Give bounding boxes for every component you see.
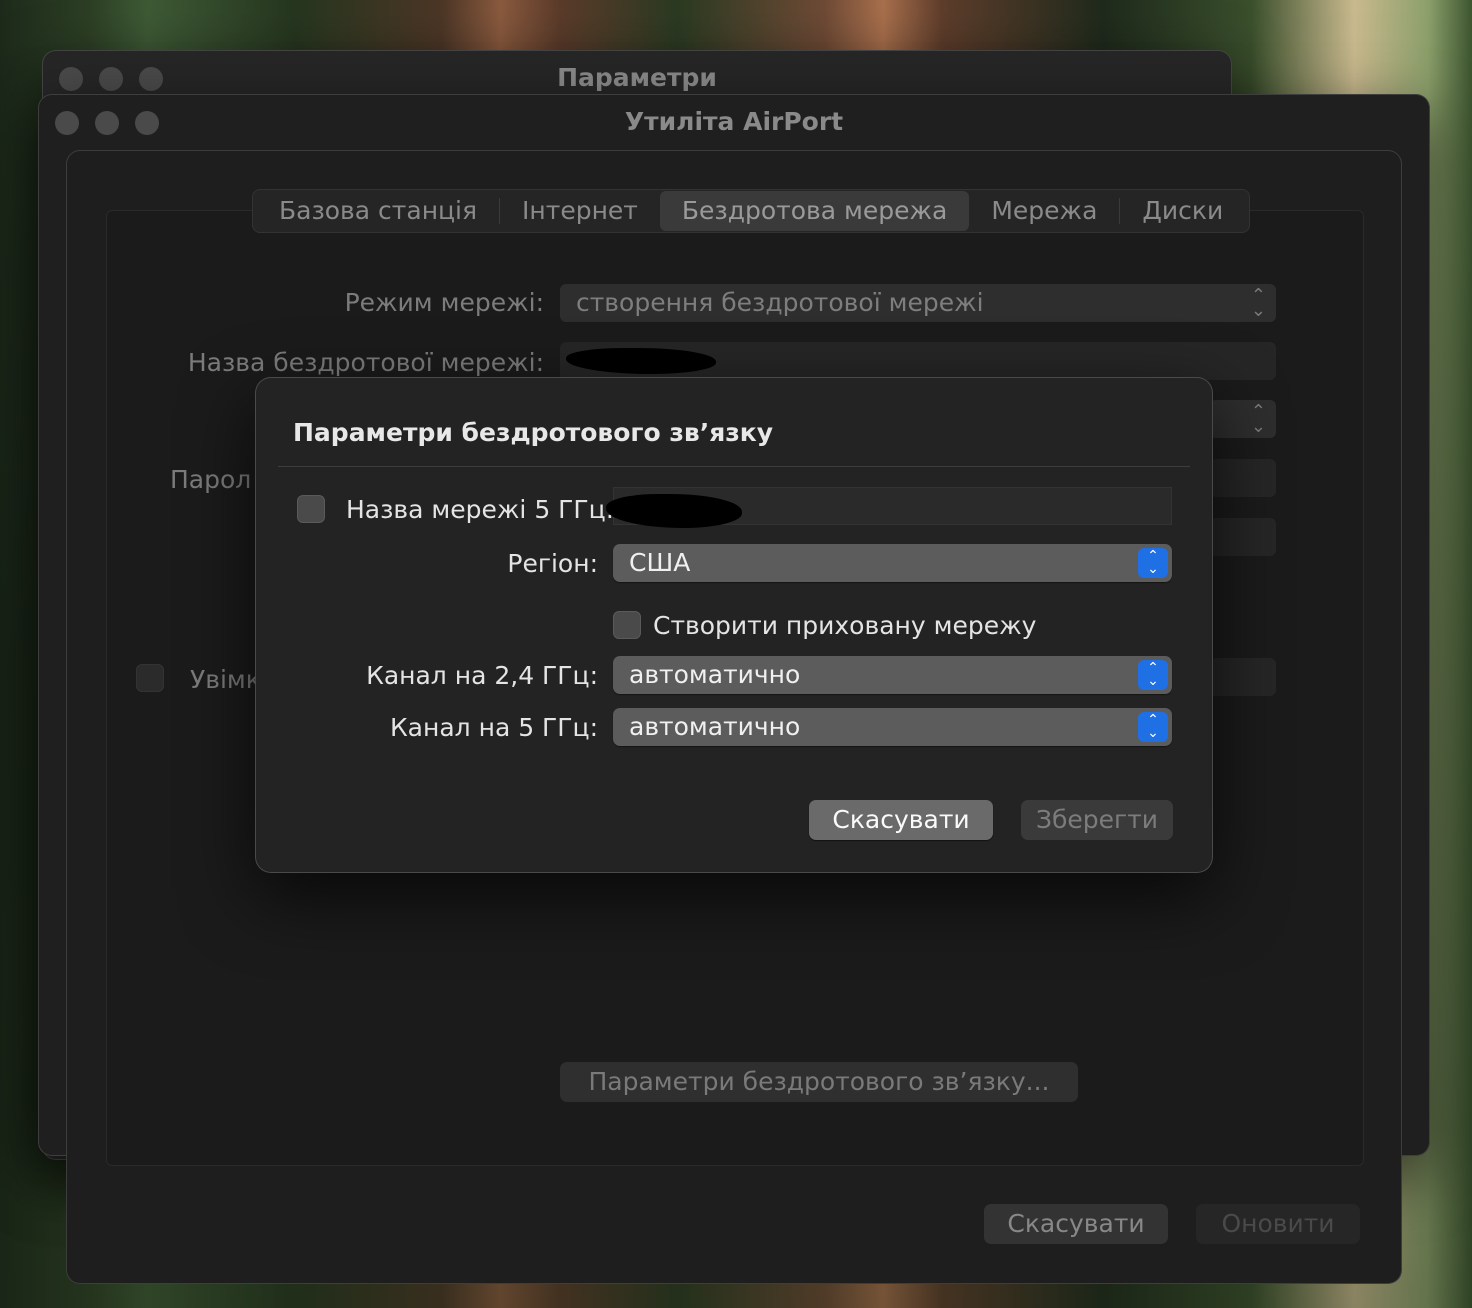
hidden-network-checkbox[interactable] [613,611,641,639]
hidden-network-label: Створити приховану мережу [653,611,1037,640]
dialog-save-button[interactable]: Зберегти [1021,800,1173,840]
network-name-label: Назва бездротової мережі: [187,348,544,377]
tab-wireless[interactable]: Бездротова мережа [659,191,970,231]
tab-disks[interactable]: Диски [1120,191,1245,231]
network-mode-value: створення бездротової мережі [576,288,984,317]
tab-network[interactable]: Мережа [969,191,1119,231]
network-5ghz-label: Назва мережі 5 ГГц: [346,495,615,524]
channel-24-value: автоматично [629,660,801,689]
wireless-options-button[interactable]: Параметри бездротового зв’язку... [560,1062,1078,1102]
window-title: Параметри [557,63,717,92]
chevron-updown-icon: ⌃ ⌄ [1138,548,1168,578]
password-label: Парол [170,465,252,494]
tab-bar: Базова станція Інтернет Бездротова мереж… [252,189,1251,233]
sheet-update-button[interactable]: Оновити [1196,1204,1360,1244]
network-mode-popup[interactable]: створення бездротової мережі ⌃ ⌄ [560,284,1276,322]
network-mode-label: Режим мережі: [344,288,544,317]
enable-checkbox[interactable] [136,664,164,692]
tab-base-station[interactable]: Базова станція [257,191,499,231]
channel-24-label: Канал на 2,4 ГГц: [366,661,598,690]
airport-titlebar[interactable]: Утиліта AirPort [39,95,1429,149]
region-value: США [629,548,691,577]
channel-24-popup[interactable]: автоматично ⌃ ⌄ [613,656,1172,694]
network-5ghz-checkbox[interactable] [297,495,325,523]
chevron-updown-icon: ⌃ ⌄ [1250,285,1266,321]
region-popup[interactable]: США ⌃ ⌄ [613,544,1172,582]
password-field[interactable] [1210,459,1276,497]
security-popup[interactable]: ⌃ ⌄ [1210,400,1276,438]
tab-internet[interactable]: Інтернет [500,191,660,231]
chevron-updown-icon: ⌃ ⌄ [1138,660,1168,690]
verify-password-field[interactable] [1210,518,1276,556]
wireless-options-dialog: Параметри бездротового зв’язку Назва мер… [255,377,1213,873]
channel-5-value: автоматично [629,712,801,741]
dialog-title: Параметри бездротового зв’язку [293,418,774,447]
window-title: Утиліта AirPort [624,107,844,136]
dialog-cancel-button[interactable]: Скасувати [809,800,993,840]
region-label: Регіон: [507,549,598,578]
channel-5-popup[interactable]: автоматично ⌃ ⌄ [613,708,1172,746]
sheet-cancel-button[interactable]: Скасувати [984,1204,1168,1244]
dialog-divider [278,466,1190,467]
channel-5-label: Канал на 5 ГГц: [389,713,598,742]
chevron-updown-icon: ⌃ ⌄ [1250,401,1266,437]
chevron-updown-icon: ⌃ ⌄ [1138,712,1168,742]
guest-network-field[interactable] [1210,658,1276,696]
